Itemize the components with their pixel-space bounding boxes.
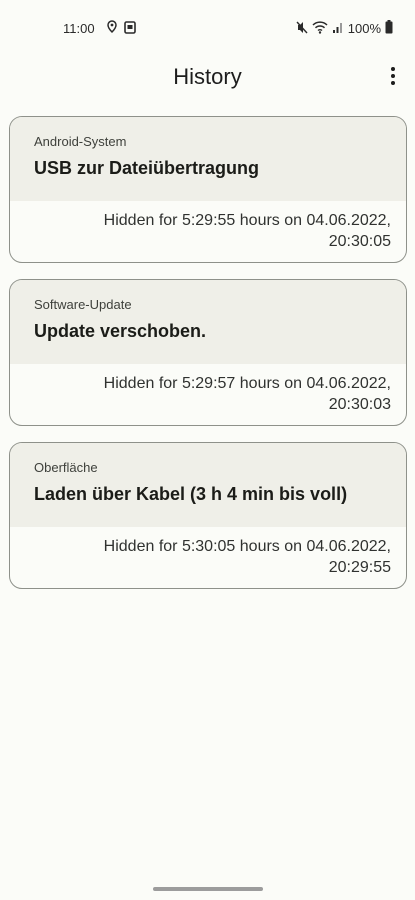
- card-notification-title: Laden über Kabel (3 h 4 min bis voll): [34, 484, 348, 504]
- status-time: 11:00: [63, 21, 95, 36]
- card-hidden-info: Hidden for 5:30:05 hours on 04.06.2022, …: [10, 527, 406, 588]
- hidden-duration-text: Hidden for 5:29:55 hours on 04.06.2022,: [103, 212, 391, 229]
- signal-icon: [332, 21, 344, 37]
- card-app-name: Android-System: [34, 134, 127, 149]
- card-hidden-info: Hidden for 5:29:55 hours on 04.06.2022, …: [10, 201, 406, 262]
- hidden-time-text: 20:30:05: [328, 233, 391, 250]
- hidden-time-text: 20:29:55: [328, 559, 391, 576]
- hidden-duration-text: Hidden for 5:29:57 hours on 04.06.2022,: [103, 375, 391, 392]
- status-bar: 11:00 100%: [0, 0, 415, 56]
- card-header: Oberfläche Laden über Kabel (3 h 4 min b…: [10, 443, 406, 527]
- history-card[interactable]: Oberfläche Laden über Kabel (3 h 4 min b…: [9, 442, 407, 589]
- overflow-menu-icon[interactable]: [385, 64, 401, 88]
- hidden-duration-text: Hidden for 5:30:05 hours on 04.06.2022,: [103, 538, 391, 555]
- history-card[interactable]: Software-Update Update verschoben. Hidde…: [9, 279, 407, 426]
- history-card[interactable]: Android-System USB zur Dateiübertragung …: [9, 116, 407, 263]
- mute-icon: [296, 21, 308, 37]
- card-hidden-info: Hidden for 5:29:57 hours on 04.06.2022, …: [10, 364, 406, 425]
- battery-percent: 100%: [347, 21, 381, 36]
- app-bar: History: [0, 56, 415, 100]
- wifi-icon: [312, 20, 328, 37]
- location-pin-icon: [106, 20, 118, 37]
- card-notification-title: USB zur Dateiübertragung: [34, 158, 260, 178]
- card-app-name: Software-Update: [34, 297, 132, 312]
- card-notification-title: Update verschoben.: [34, 321, 207, 341]
- page-title: History: [173, 64, 242, 89]
- hidden-time-text: 20:30:03: [328, 396, 391, 413]
- card-app-name: Oberfläche: [34, 460, 98, 475]
- card-header: Software-Update Update verschoben.: [10, 280, 406, 364]
- battery-icon: [385, 20, 393, 37]
- history-list: Android-System USB zur Dateiübertragung …: [9, 116, 407, 605]
- card-header: Android-System USB zur Dateiübertragung: [10, 117, 406, 201]
- screenshot-icon: [124, 20, 136, 37]
- gesture-nav-handle[interactable]: [153, 887, 263, 891]
